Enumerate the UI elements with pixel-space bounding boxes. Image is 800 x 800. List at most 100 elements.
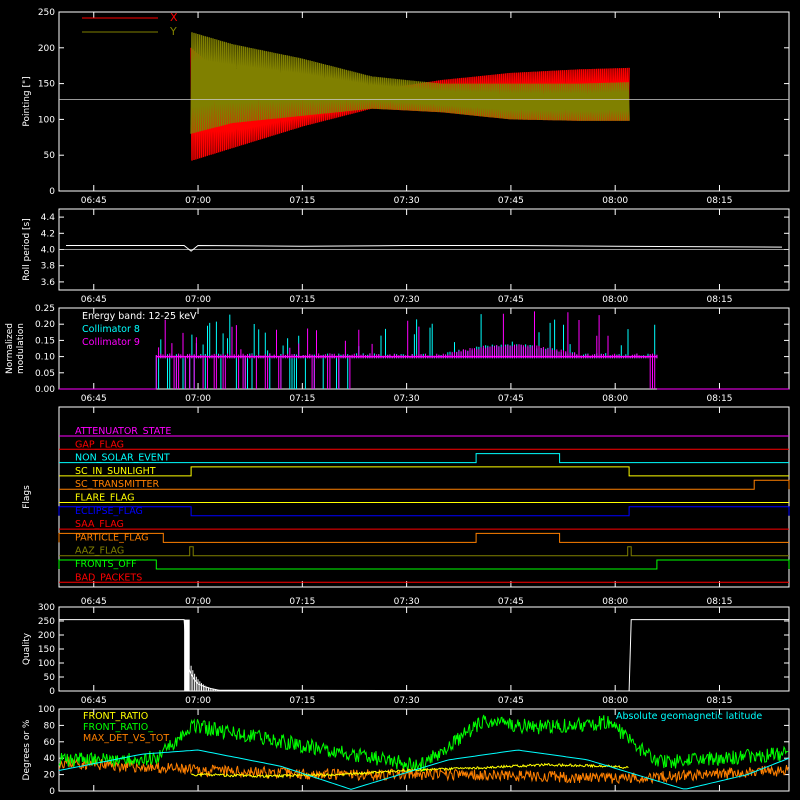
x-tick-label: 06:45 — [81, 696, 107, 706]
y-tick-label: 0 — [49, 687, 55, 697]
x-tick-label: 07:45 — [498, 597, 524, 607]
x-tick-label: 08:15 — [707, 394, 733, 404]
legend-label-collimator-8: Collimator 8 — [82, 324, 140, 335]
modulation-series-collimator-8 — [155, 314, 658, 389]
x-tick-label: 07:45 — [498, 394, 524, 404]
roll-period-line — [66, 244, 783, 252]
legend-label-x: X — [170, 11, 178, 24]
flag-line-fronts-off — [58, 559, 790, 570]
x-tick-label: 07:00 — [185, 196, 211, 206]
x-tick-label: 08:15 — [707, 196, 733, 206]
flag-label-bad-packets: BAD_PACKETS — [75, 572, 142, 583]
y-tick-label: 0.10 — [35, 353, 55, 363]
y-axis-label: Roll period [s] — [22, 218, 32, 280]
y-tick-label: 80 — [44, 721, 56, 731]
legend-label-front-ratio: FRONT_RATIO — [83, 711, 148, 722]
quality-panel: 0 50 100 150 200 250 300 Quality 06:45 07:00 07:15… — [22, 603, 790, 706]
quality-line — [59, 619, 789, 692]
y-tick-label: 4.2 — [41, 229, 55, 239]
y-tick-label: 0.25 — [35, 304, 55, 314]
y-tick-label: 50 — [44, 151, 56, 161]
x-tick-label: 07:15 — [289, 295, 315, 305]
x-tick-label: 06:45 — [81, 597, 107, 607]
flag-label-non-solar-event: NON_SOLAR_EVENT — [75, 453, 170, 464]
x-tick-label: 08:00 — [602, 196, 628, 206]
flag-label-eclipse-flag: ECLIPSE_FLAG — [75, 506, 143, 517]
y-tick-label: 0.15 — [35, 336, 55, 346]
y-tick-label: 4.0 — [41, 246, 56, 256]
y-tick-label: 150 — [38, 80, 55, 90]
flags-panel: Flags 06:45 07:00 07:15 07:30 07:45 08:00 08:15… — [22, 406, 790, 607]
x-tick-label: 08:00 — [602, 394, 628, 404]
flag-label-sc-in-sunlight: SC_IN_SUNLIGHT — [75, 466, 156, 477]
x-tick-label: 07:15 — [289, 196, 315, 206]
flag-line-aaz-flag — [59, 546, 789, 557]
x-tick-label: 08:00 — [602, 597, 628, 607]
flag-line-sc-transmitter — [59, 479, 790, 490]
flag-label-gap-flag: GAP_FLAG — [75, 439, 124, 450]
y-tick-label: 3.6 — [41, 278, 56, 288]
x-tick-label: 08:00 — [602, 696, 628, 706]
x-tick-label: 08:00 — [602, 295, 628, 305]
y-tick-label: 200 — [38, 631, 55, 641]
modulation-annotation: Energy band: 12-25 keV — [82, 311, 197, 322]
x-tick-label: 07:30 — [394, 196, 420, 206]
legend-label-y: Y — [169, 25, 177, 38]
y-tick-label: 0.05 — [35, 369, 55, 379]
y-axis-label: Normalized — [5, 323, 15, 374]
y-axis-label: Pointing ["] — [22, 76, 32, 126]
x-tick-label: 07:30 — [394, 295, 420, 305]
legend-label-max-det-vs-tot: MAX_DET_VS_TOT — [83, 733, 169, 744]
y-tick-label: 50 — [44, 673, 56, 683]
x-tick-label: 08:15 — [707, 597, 733, 607]
y-axis-label: Quality — [22, 632, 32, 665]
y-tick-label: 0.20 — [35, 320, 55, 330]
x-tick-label: 07:15 — [289, 597, 315, 607]
x-tick-label: 07:30 — [394, 394, 420, 404]
y-tick-label: 200 — [38, 44, 55, 54]
x-tick-label: 07:00 — [185, 295, 211, 305]
x-tick-label: 07:45 — [498, 196, 524, 206]
modulation-panel: 0.00 0.05 0.10 0.15 0.20 0.25 Normalized modula… — [5, 304, 790, 404]
x-tick-label: 06:45 — [81, 295, 107, 305]
y-tick-label: 4.4 — [41, 213, 56, 223]
x-tick-label: 08:15 — [707, 696, 733, 706]
modulation-series-collimator-9 — [155, 311, 658, 389]
y-tick-label: 40 — [44, 754, 56, 764]
y-tick-label: 300 — [38, 603, 55, 613]
roll-panel: 3.6 3.8 4.0 4.2 4.4 Roll period [s] 06:45 07:00… — [22, 208, 790, 305]
flag-line-particle-flag — [58, 532, 789, 543]
y-axis-label: Flags — [22, 485, 32, 509]
y-tick-label: 0 — [49, 187, 55, 197]
x-tick-label: 07:45 — [498, 295, 524, 305]
x-tick-label: 08:15 — [707, 295, 733, 305]
quality-bar — [184, 619, 190, 691]
flag-line-sc-in-sunlight — [59, 466, 789, 477]
y-tick-label: 100 — [38, 659, 55, 669]
latitude-panel: 0 20 40 60 80 100 Degrees or % FRONT_RATIOFRONT… — [22, 705, 790, 797]
x-tick-label: 07:30 — [394, 696, 420, 706]
flag-line-eclipse-flag — [58, 506, 790, 517]
x-tick-label: 07:15 — [289, 696, 315, 706]
legend-label-collimator-9: Collimator 9 — [82, 337, 140, 348]
x-tick-label: 07:00 — [185, 597, 211, 607]
x-tick-label: 06:45 — [81, 196, 107, 206]
flag-label-flare-flag: FLARE_FLAG — [75, 493, 135, 504]
latitude-annotation: Absolute geomagnetic latitude — [616, 711, 762, 722]
x-tick-label: 07:30 — [394, 597, 420, 607]
y-tick-label: 0.00 — [35, 385, 55, 395]
flag-label-saa-flag: SAA_FLAG — [75, 519, 124, 530]
y-tick-label: 250 — [38, 8, 55, 18]
x-tick-label: 07:15 — [289, 394, 315, 404]
flag-label-particle-flag: PARTICLE_FLAG — [75, 532, 148, 543]
flag-label-aaz-flag: AAZ_FLAG — [75, 546, 124, 557]
pointing-panel: 0 50 100 150 200 250 Pointing ["] 06:45 07:00 07:… — [22, 8, 790, 206]
y-tick-label: 150 — [38, 645, 55, 655]
y-tick-label: 20 — [44, 771, 56, 781]
flag-label-fronts-off: FRONTS_OFF — [75, 559, 137, 570]
x-tick-label: 07:00 — [185, 394, 211, 404]
y-tick-label: 60 — [44, 738, 56, 748]
chart-canvas: 050100150200250Pointing ["]06:45 07:00 07:… — [5, 8, 790, 797]
y-axis-label: modulation — [16, 323, 26, 374]
x-tick-label: 07:45 — [498, 696, 524, 706]
